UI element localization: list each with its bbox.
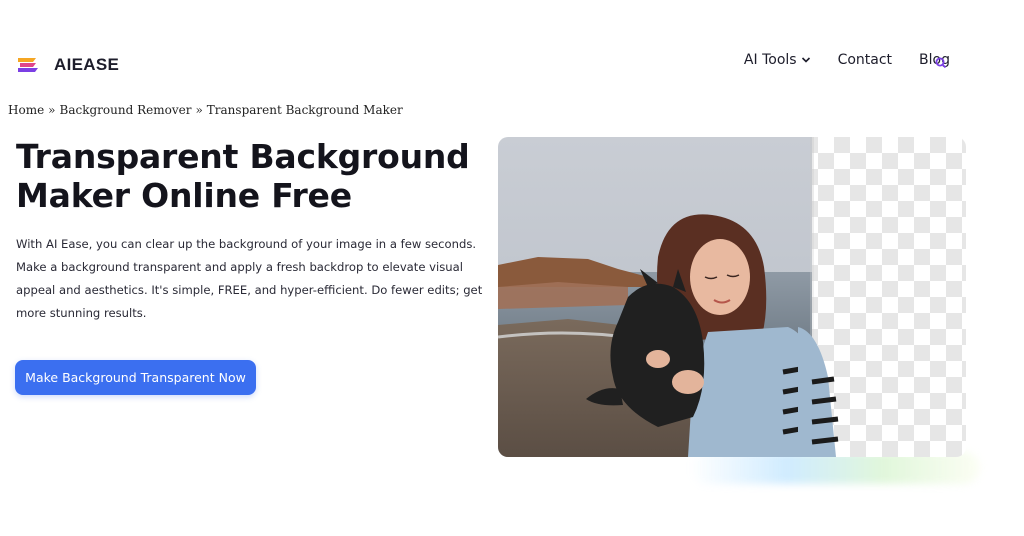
breadcrumb-current: Transparent Background Maker	[206, 103, 403, 117]
logo-text: AIEASE	[54, 55, 120, 74]
hero-description: With AI Ease, you can clear up the backg…	[16, 237, 483, 320]
search-icon[interactable]	[934, 56, 948, 70]
nav-ai-tools-label: AI Tools	[743, 52, 797, 68]
make-background-transparent-button[interactable]: Make Background Transparent Now	[15, 360, 256, 395]
page-title-line2: Maker Online Free	[16, 176, 352, 215]
breadcrumb: Home » Background Remover » Transparent …	[8, 103, 403, 117]
original-photo	[498, 137, 812, 457]
breadcrumb-separator: »	[48, 103, 56, 117]
main-nav: AI Tools Contact Blog	[744, 52, 950, 68]
breadcrumb-home[interactable]: Home	[8, 103, 44, 117]
breadcrumb-background-remover[interactable]: Background Remover	[60, 103, 192, 117]
logo[interactable]: AIEASE	[16, 53, 119, 77]
logo-icon	[16, 54, 46, 76]
page-title: Transparent Background Maker Online Free	[16, 137, 486, 215]
example-image	[498, 137, 966, 457]
page-title-line1: Transparent Background	[16, 137, 470, 176]
nav-ai-tools[interactable]: AI Tools	[744, 52, 811, 68]
breadcrumb-separator: »	[195, 103, 203, 117]
chevron-down-icon	[801, 57, 810, 63]
cutout-subject	[798, 327, 839, 457]
nav-contact[interactable]: Contact	[838, 52, 892, 68]
